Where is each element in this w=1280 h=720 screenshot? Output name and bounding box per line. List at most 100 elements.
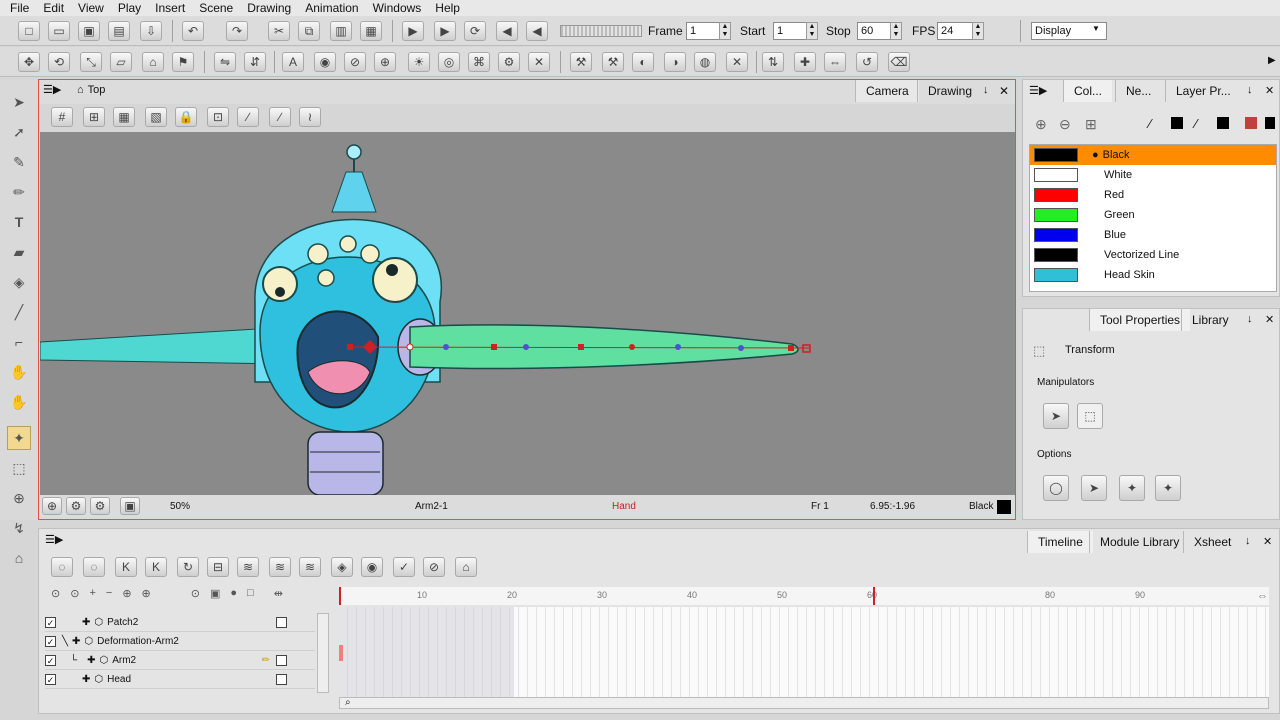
visibility-icon[interactable]: ▣ xyxy=(210,587,220,605)
deform-show-icon[interactable]: ◍ xyxy=(694,52,716,72)
rigging-icon[interactable]: ⚒ xyxy=(570,52,592,72)
tab-timeline[interactable]: Timeline xyxy=(1027,531,1093,553)
expand-icon[interactable]: ✚ xyxy=(82,674,90,685)
snap-icon[interactable]: ✦ xyxy=(1119,475,1145,501)
redo-icon[interactable]: ↷ xyxy=(226,21,248,41)
square-icon[interactable]: □ xyxy=(247,587,254,605)
tab-node-library[interactable]: Ne... xyxy=(1115,80,1161,102)
deform-hide-icon[interactable]: ✕ xyxy=(726,52,748,72)
brush-tool-icon[interactable]: ✎ xyxy=(7,150,31,174)
menu-drawing[interactable]: Drawing xyxy=(247,1,291,15)
menu-insert[interactable]: Insert xyxy=(155,1,185,15)
layer-enable-checkbox[interactable]: ✓ xyxy=(45,654,56,666)
import-icon[interactable]: ⇩ xyxy=(140,21,162,41)
dropper-tool-icon[interactable]: ⌐ xyxy=(7,330,31,354)
disable-icon[interactable]: ⊘ xyxy=(344,52,366,72)
zoom-tool-icon[interactable]: ✋ xyxy=(7,390,31,414)
rotate-icon[interactable]: ⟲ xyxy=(48,52,70,72)
frame-grid[interactable] xyxy=(339,607,1269,697)
toolbar-more-icon[interactable]: ▶ xyxy=(1268,55,1276,66)
flip-v-icon[interactable]: ⇵ xyxy=(244,52,266,72)
grid-center-icon[interactable]: ⊞ xyxy=(83,107,105,127)
close-icon[interactable]: ✕ xyxy=(999,84,1009,98)
lock-checkbox[interactable] xyxy=(276,616,287,628)
add-palette-icon[interactable]: ⊞ xyxy=(1085,116,1097,133)
bounding-box-icon[interactable]: ⬚ xyxy=(1077,403,1103,429)
scale-icon[interactable]: ⤡ xyxy=(80,52,102,72)
peg-select-icon[interactable]: ➤ xyxy=(1081,475,1107,501)
zoom-level[interactable]: 50% xyxy=(170,501,190,512)
zoom-timeline-icon[interactable]: ⌕ xyxy=(345,697,351,708)
stop-motion-icon[interactable]: ⊟ xyxy=(207,557,229,577)
palette-icon[interactable]: ◐ xyxy=(632,52,654,72)
cut-icon[interactable]: ✂ xyxy=(268,21,290,41)
render-settings-icon[interactable]: ⚙ xyxy=(66,497,86,515)
menu-animation[interactable]: Animation xyxy=(305,1,358,15)
slash-icon[interactable]: ⊘ xyxy=(423,557,445,577)
panel-pin-icon[interactable]: ↓ xyxy=(1247,313,1253,325)
swatch-head-skin[interactable]: Head Skin xyxy=(1030,265,1274,285)
line-colour-icon[interactable] xyxy=(1171,117,1183,129)
tab-xsheet[interactable]: Xsheet xyxy=(1183,531,1241,553)
start-spinner[interactable]: ▲ ▼ xyxy=(806,22,818,40)
layer-row-deformation-arm2[interactable]: ✓ ╲ ✚ ⬡ Deformation-Arm2 xyxy=(45,632,315,651)
eraser-tool-icon[interactable]: ▰ xyxy=(7,240,31,264)
lock-icon[interactable]: 🔒 xyxy=(175,107,197,127)
dropper-icon[interactable]: ∕ xyxy=(1149,116,1151,131)
menu-windows[interactable]: Windows xyxy=(373,1,422,15)
playhead[interactable] xyxy=(339,587,341,605)
palette-swatch-icon[interactable] xyxy=(1265,117,1275,129)
layer-row-head[interactable]: ✓ ✚ ⬡ Head xyxy=(45,670,315,689)
layer-row-arm2[interactable]: ✓ └ ✚ ⬡ Arm2 ✏ xyxy=(45,651,315,670)
frame-scrollbar[interactable] xyxy=(339,697,1269,709)
timeline-menu-icon[interactable]: ☰▶ xyxy=(45,533,63,546)
menu-edit[interactable]: Edit xyxy=(43,1,64,15)
brush-icon[interactable]: ∕ xyxy=(237,107,259,127)
dot-icon[interactable]: ● xyxy=(230,587,237,605)
swatch-red[interactable]: Red xyxy=(1030,185,1274,205)
open-icon[interactable]: ▭ xyxy=(48,21,70,41)
panel-menu-icon[interactable]: ☰▶ xyxy=(1029,84,1047,97)
lasso-icon[interactable]: ◯ xyxy=(1043,475,1069,501)
menu-play[interactable]: Play xyxy=(118,1,141,15)
peg-icon[interactable]: ⌘ xyxy=(468,52,490,72)
tab-library[interactable]: Library xyxy=(1181,309,1239,331)
tab-colour[interactable]: Col... xyxy=(1063,80,1113,102)
onion-skin-icon[interactable]: ◌ xyxy=(51,557,73,577)
preview-settings-icon[interactable]: ⚙ xyxy=(90,497,110,515)
panel-close-icon[interactable]: ✕ xyxy=(1265,313,1274,326)
select-tool-icon[interactable]: ➤ xyxy=(7,90,31,114)
fill-brush-icon[interactable]: ∕ xyxy=(1195,116,1197,131)
group-icon[interactable]: ⊕ xyxy=(142,587,151,605)
tab-module-library[interactable]: Module Library xyxy=(1089,531,1189,553)
start-field[interactable]: 1 xyxy=(773,22,807,40)
menu-view[interactable]: View xyxy=(78,1,104,15)
contour-editor-icon[interactable]: ➚ xyxy=(7,120,31,144)
rigging-tool-icon[interactable]: ✦ xyxy=(7,426,31,450)
lock-checkbox[interactable] xyxy=(276,673,287,685)
swatch-green[interactable]: Green xyxy=(1030,205,1274,225)
layer-scrollbar[interactable] xyxy=(317,613,329,693)
layer-enable-checkbox[interactable]: ✓ xyxy=(45,616,56,628)
disk-icon[interactable]: ◉ xyxy=(361,557,383,577)
pivot-icon[interactable]: ⊕ xyxy=(374,52,396,72)
new-icon[interactable]: □ xyxy=(18,21,40,41)
frame-spinner[interactable]: ▲ ▼ xyxy=(719,22,731,40)
ease-out-icon[interactable]: ≋ xyxy=(269,557,291,577)
reset-icon[interactable]: ↺ xyxy=(856,52,878,72)
text-tool-icon[interactable]: T xyxy=(7,210,31,234)
link-icon[interactable]: ⊙ xyxy=(191,587,200,605)
onion-icon[interactable]: ◎ xyxy=(438,52,460,72)
camera-icon[interactable]: ◉ xyxy=(314,52,336,72)
sound-icon[interactable]: ◀ xyxy=(496,21,518,41)
expand-timeline-icon[interactable]: ⇹ xyxy=(274,587,283,605)
swatch-black[interactable]: ● Black xyxy=(1030,145,1276,165)
panel-close-icon[interactable]: ✕ xyxy=(1265,84,1274,97)
show-all-icon[interactable]: ⊙ xyxy=(51,587,60,605)
hammer-icon[interactable]: ⚒ xyxy=(602,52,624,72)
layer-enable-checkbox[interactable]: ✓ xyxy=(45,673,56,685)
frame-field[interactable]: 1 xyxy=(686,22,720,40)
undo-icon[interactable]: ↶ xyxy=(182,21,204,41)
playback-speed-slider[interactable] xyxy=(560,25,642,37)
layer-row-patch2[interactable]: ✓ ✚ ⬡ Patch2 xyxy=(45,613,315,632)
